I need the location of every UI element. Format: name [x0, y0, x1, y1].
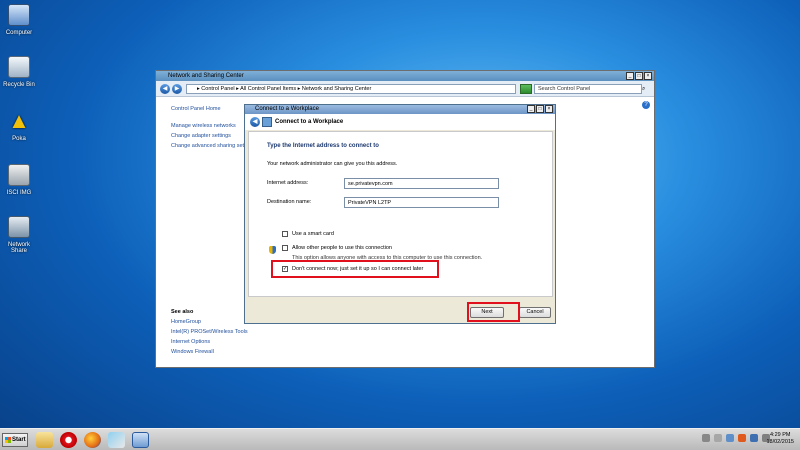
back-arrow-icon[interactable]: ◀ — [160, 84, 170, 94]
refresh-icon[interactable] — [520, 84, 532, 94]
start-button[interactable]: Start — [2, 433, 28, 447]
volume-icon[interactable] — [750, 434, 758, 442]
sidebar-item-home[interactable]: Control Panel Home — [171, 106, 246, 112]
clock[interactable]: 4:29 PM 18/02/2015 — [766, 432, 794, 446]
see-also-homegroup[interactable]: HomeGroup — [171, 319, 248, 325]
computer-icon — [8, 4, 30, 26]
search-icon[interactable]: ⌕ — [642, 84, 651, 94]
dialog-subtext: Your network administrator can give you … — [267, 161, 398, 167]
dialog-header-title: Connect to a Workplace — [275, 119, 344, 125]
smart-card-option[interactable]: Use a smart card — [282, 231, 334, 237]
highlight-next — [467, 302, 520, 322]
desktop-icon-network-share[interactable]: Network Share — [0, 216, 38, 254]
maximize-button[interactable]: □ — [536, 105, 544, 113]
allow-others-checkbox[interactable] — [282, 245, 288, 251]
minimize-button[interactable]: _ — [626, 72, 634, 80]
network-icon — [262, 117, 272, 127]
windows-logo-icon — [5, 437, 11, 443]
sidebar-item-wireless[interactable]: Manage wireless networks — [171, 123, 246, 129]
recycle-bin-icon — [8, 56, 30, 78]
desktop-icon-computer[interactable]: Computer — [0, 4, 38, 36]
app-tray-icon[interactable] — [738, 434, 746, 442]
desktop-icon-label: Computer — [5, 30, 33, 36]
drive-icon — [8, 164, 30, 186]
desktop-icon-label: ISCI IMG — [6, 190, 32, 196]
network-share-icon — [8, 216, 30, 238]
search-input[interactable]: Search Control Panel — [534, 84, 642, 94]
sidebar-item-sharing[interactable]: Change advanced sharing sett — [171, 143, 246, 149]
taskbar: Start 4:29 PM 18/02/2015 — [0, 428, 800, 450]
smart-card-label: Use a smart card — [292, 231, 334, 237]
allow-others-label: Allow other people to use this connectio… — [292, 245, 392, 251]
desktop-icon-poka[interactable]: ▲ Poka — [0, 108, 38, 142]
dialog-heading: Type the Internet address to connect to — [267, 143, 379, 149]
see-also-internet-options[interactable]: Internet Options — [171, 339, 248, 345]
minimize-button[interactable]: _ — [527, 105, 535, 113]
close-button[interactable]: × — [644, 72, 652, 80]
tools-icon[interactable] — [108, 432, 125, 448]
see-also-windows-firewall[interactable]: Windows Firewall — [171, 349, 248, 355]
cancel-button[interactable]: Cancel — [519, 307, 551, 318]
highlight-dont-connect — [271, 260, 439, 278]
window-title: Network and Sharing Center — [168, 73, 244, 79]
window-titlebar[interactable]: Network and Sharing Center _ □ × — [156, 71, 654, 81]
desktop-icon-label: Recycle Bin — [3, 82, 35, 88]
desktop-icon-label: Network Share — [7, 242, 30, 254]
connect-workplace-dialog: Connect to a Workplace _ □ × ◀ Connect t… — [244, 104, 556, 324]
start-label: Start — [12, 437, 26, 443]
maximize-button[interactable]: □ — [635, 72, 643, 80]
sidebar-item-adapter[interactable]: Change adapter settings — [171, 133, 246, 139]
action-center-icon[interactable] — [714, 434, 722, 442]
dialog-title: Connect to a Workplace — [255, 106, 319, 112]
forward-arrow-icon[interactable]: ▶ — [172, 84, 182, 94]
internet-address-input[interactable]: se.privatevpn.com — [344, 178, 499, 189]
clock-date: 18/02/2015 — [766, 439, 794, 445]
smart-card-checkbox[interactable] — [282, 231, 288, 237]
destination-name-label: Destination name: — [267, 199, 312, 205]
internet-address-label: Internet address: — [267, 180, 309, 186]
back-arrow-icon[interactable]: ◀ — [250, 117, 260, 127]
destination-name-input[interactable]: PrivateVPN L2TP — [344, 197, 499, 208]
tray-arrow-icon[interactable] — [702, 434, 710, 442]
sidebar: Control Panel Home Manage wireless netwo… — [171, 106, 246, 153]
help-icon[interactable]: ? — [642, 101, 650, 109]
dialog-header: ◀ Connect to a Workplace — [245, 114, 555, 130]
dialog-titlebar[interactable]: Connect to a Workplace _ □ × — [245, 105, 555, 114]
network-icon[interactable] — [726, 434, 734, 442]
desktop-icon-recycle-bin[interactable]: Recycle Bin — [0, 56, 38, 88]
close-button[interactable]: × — [545, 105, 553, 113]
desktop-icon-isci-img[interactable]: ISCI IMG — [0, 164, 38, 196]
see-also: See also HomeGroup Intel(R) PROSet/Wirel… — [171, 309, 248, 359]
clock-time: 4:29 PM — [769, 432, 791, 438]
allow-others-option[interactable]: Allow other people to use this connectio… — [282, 245, 392, 251]
firefox-icon[interactable] — [84, 432, 101, 448]
uac-shield-icon — [269, 246, 276, 254]
explorer-icon[interactable] — [36, 432, 53, 448]
system-tray — [702, 434, 770, 442]
address-toolbar: ◀ ▶ ▸ Control Panel ▸ All Control Panel … — [156, 81, 654, 97]
network-center-icon[interactable] — [132, 432, 149, 448]
see-also-header: See also — [171, 309, 194, 315]
address-bar[interactable]: ▸ Control Panel ▸ All Control Panel Item… — [186, 84, 516, 94]
opera-icon[interactable] — [60, 432, 77, 448]
desktop-icon-label: Poka — [12, 136, 26, 142]
see-also-intel-proset[interactable]: Intel(R) PROSet/Wireless Tools — [171, 329, 248, 335]
warning-icon: ▲ — [8, 108, 30, 133]
